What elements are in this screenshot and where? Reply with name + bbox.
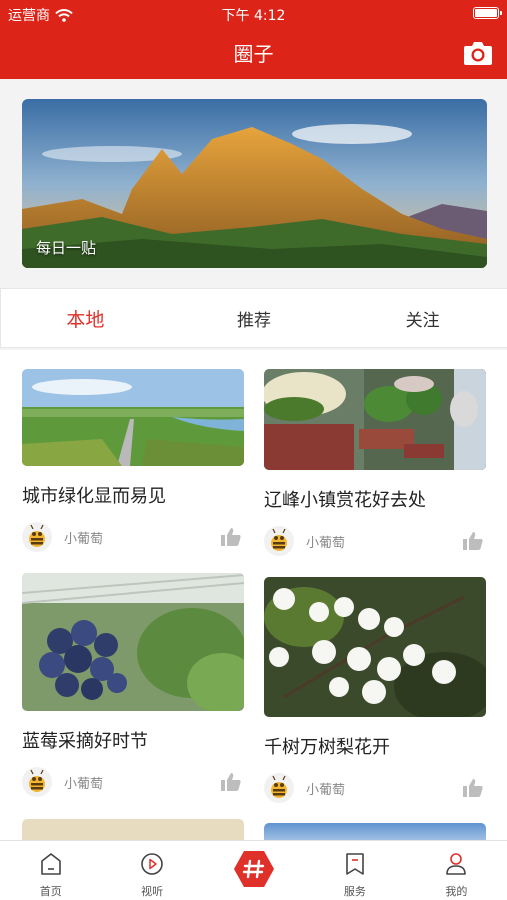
post-card[interactable]: 蓝莓采摘好时节 小葡萄 [22,573,244,797]
post-meta: 小葡萄 [22,767,244,797]
hashtag-icon [233,851,274,887]
avatar [22,767,52,797]
tabbar-circle[interactable] [203,841,304,900]
battery-icon [473,7,502,19]
post-title: 蓝莓采摘好时节 [22,731,148,752]
tab-following[interactable]: 关注 [338,289,507,347]
post-image [264,823,486,840]
bottom-tab-bar: 首页 视听 服务 我的 [0,840,507,900]
tabbar-media[interactable]: 视听 [101,841,202,900]
daily-post-banner[interactable]: 每日一贴 [22,99,487,268]
banner-caption: 每日一贴 [36,239,97,257]
post-meta: 小葡萄 [264,773,486,803]
play-icon [141,853,163,875]
status-time: 下午 4:12 [221,8,286,24]
profile-icon [446,853,467,875]
post-meta: 小葡萄 [264,526,486,556]
home-icon [40,853,61,875]
post-card[interactable]: 千树万树梨花开 小葡萄 [264,577,486,803]
feed-tabs: 本地 推荐 关注 [0,288,507,348]
avatar [264,526,294,556]
tab-local[interactable]: 本地 [1,289,170,347]
avatar [22,522,52,552]
post-author: 小葡萄 [306,783,346,798]
thumbs-up-icon[interactable] [462,531,484,551]
post-title: 千树万树梨花开 [264,737,390,758]
post-card[interactable]: 城市绿化显而易见 小葡萄 [22,369,244,552]
post-meta: 小葡萄 [22,522,244,552]
thumbs-up-icon[interactable] [462,778,484,798]
post-image [22,369,244,466]
tabbar-media-label: 视听 [141,885,164,898]
post-card[interactable]: 辽峰小镇赏花好去处 小葡萄 [264,369,486,556]
tabbar-service-label: 服务 [343,885,366,898]
thumbs-up-icon[interactable] [220,527,242,547]
tabbar-home[interactable]: 首页 [0,841,101,900]
status-bar: 运营商 下午 4:12 [0,0,507,28]
post-author: 小葡萄 [306,536,346,551]
post-card[interactable] [22,819,244,840]
bookmark-icon [346,853,364,875]
tabbar-service[interactable]: 服务 [304,841,405,900]
tab-recommended[interactable]: 推荐 [170,289,339,347]
post-feed: 城市绿化显而易见 小葡萄 辽峰小镇赏花好去处 小葡萄 蓝莓采摘好时节 小葡萄 千… [0,350,507,840]
app-header: 运营商 下午 4:12 圈子 [0,0,507,79]
tabbar-home-label: 首页 [39,885,62,898]
tabbar-profile[interactable]: 我的 [406,841,507,900]
post-author: 小葡萄 [64,777,104,792]
post-title: 城市绿化显而易见 [22,486,166,507]
page-title: 圈子 [233,42,274,66]
post-image [22,819,244,840]
post-title: 辽峰小镇赏花好去处 [264,490,426,511]
post-image [22,573,244,711]
camera-icon[interactable] [463,40,493,66]
thumbs-up-icon[interactable] [220,772,242,792]
post-author: 小葡萄 [64,532,104,547]
post-card[interactable] [264,823,486,840]
tabbar-profile-label: 我的 [445,885,468,898]
post-image [264,369,486,470]
avatar [264,773,294,803]
post-image [264,577,486,717]
